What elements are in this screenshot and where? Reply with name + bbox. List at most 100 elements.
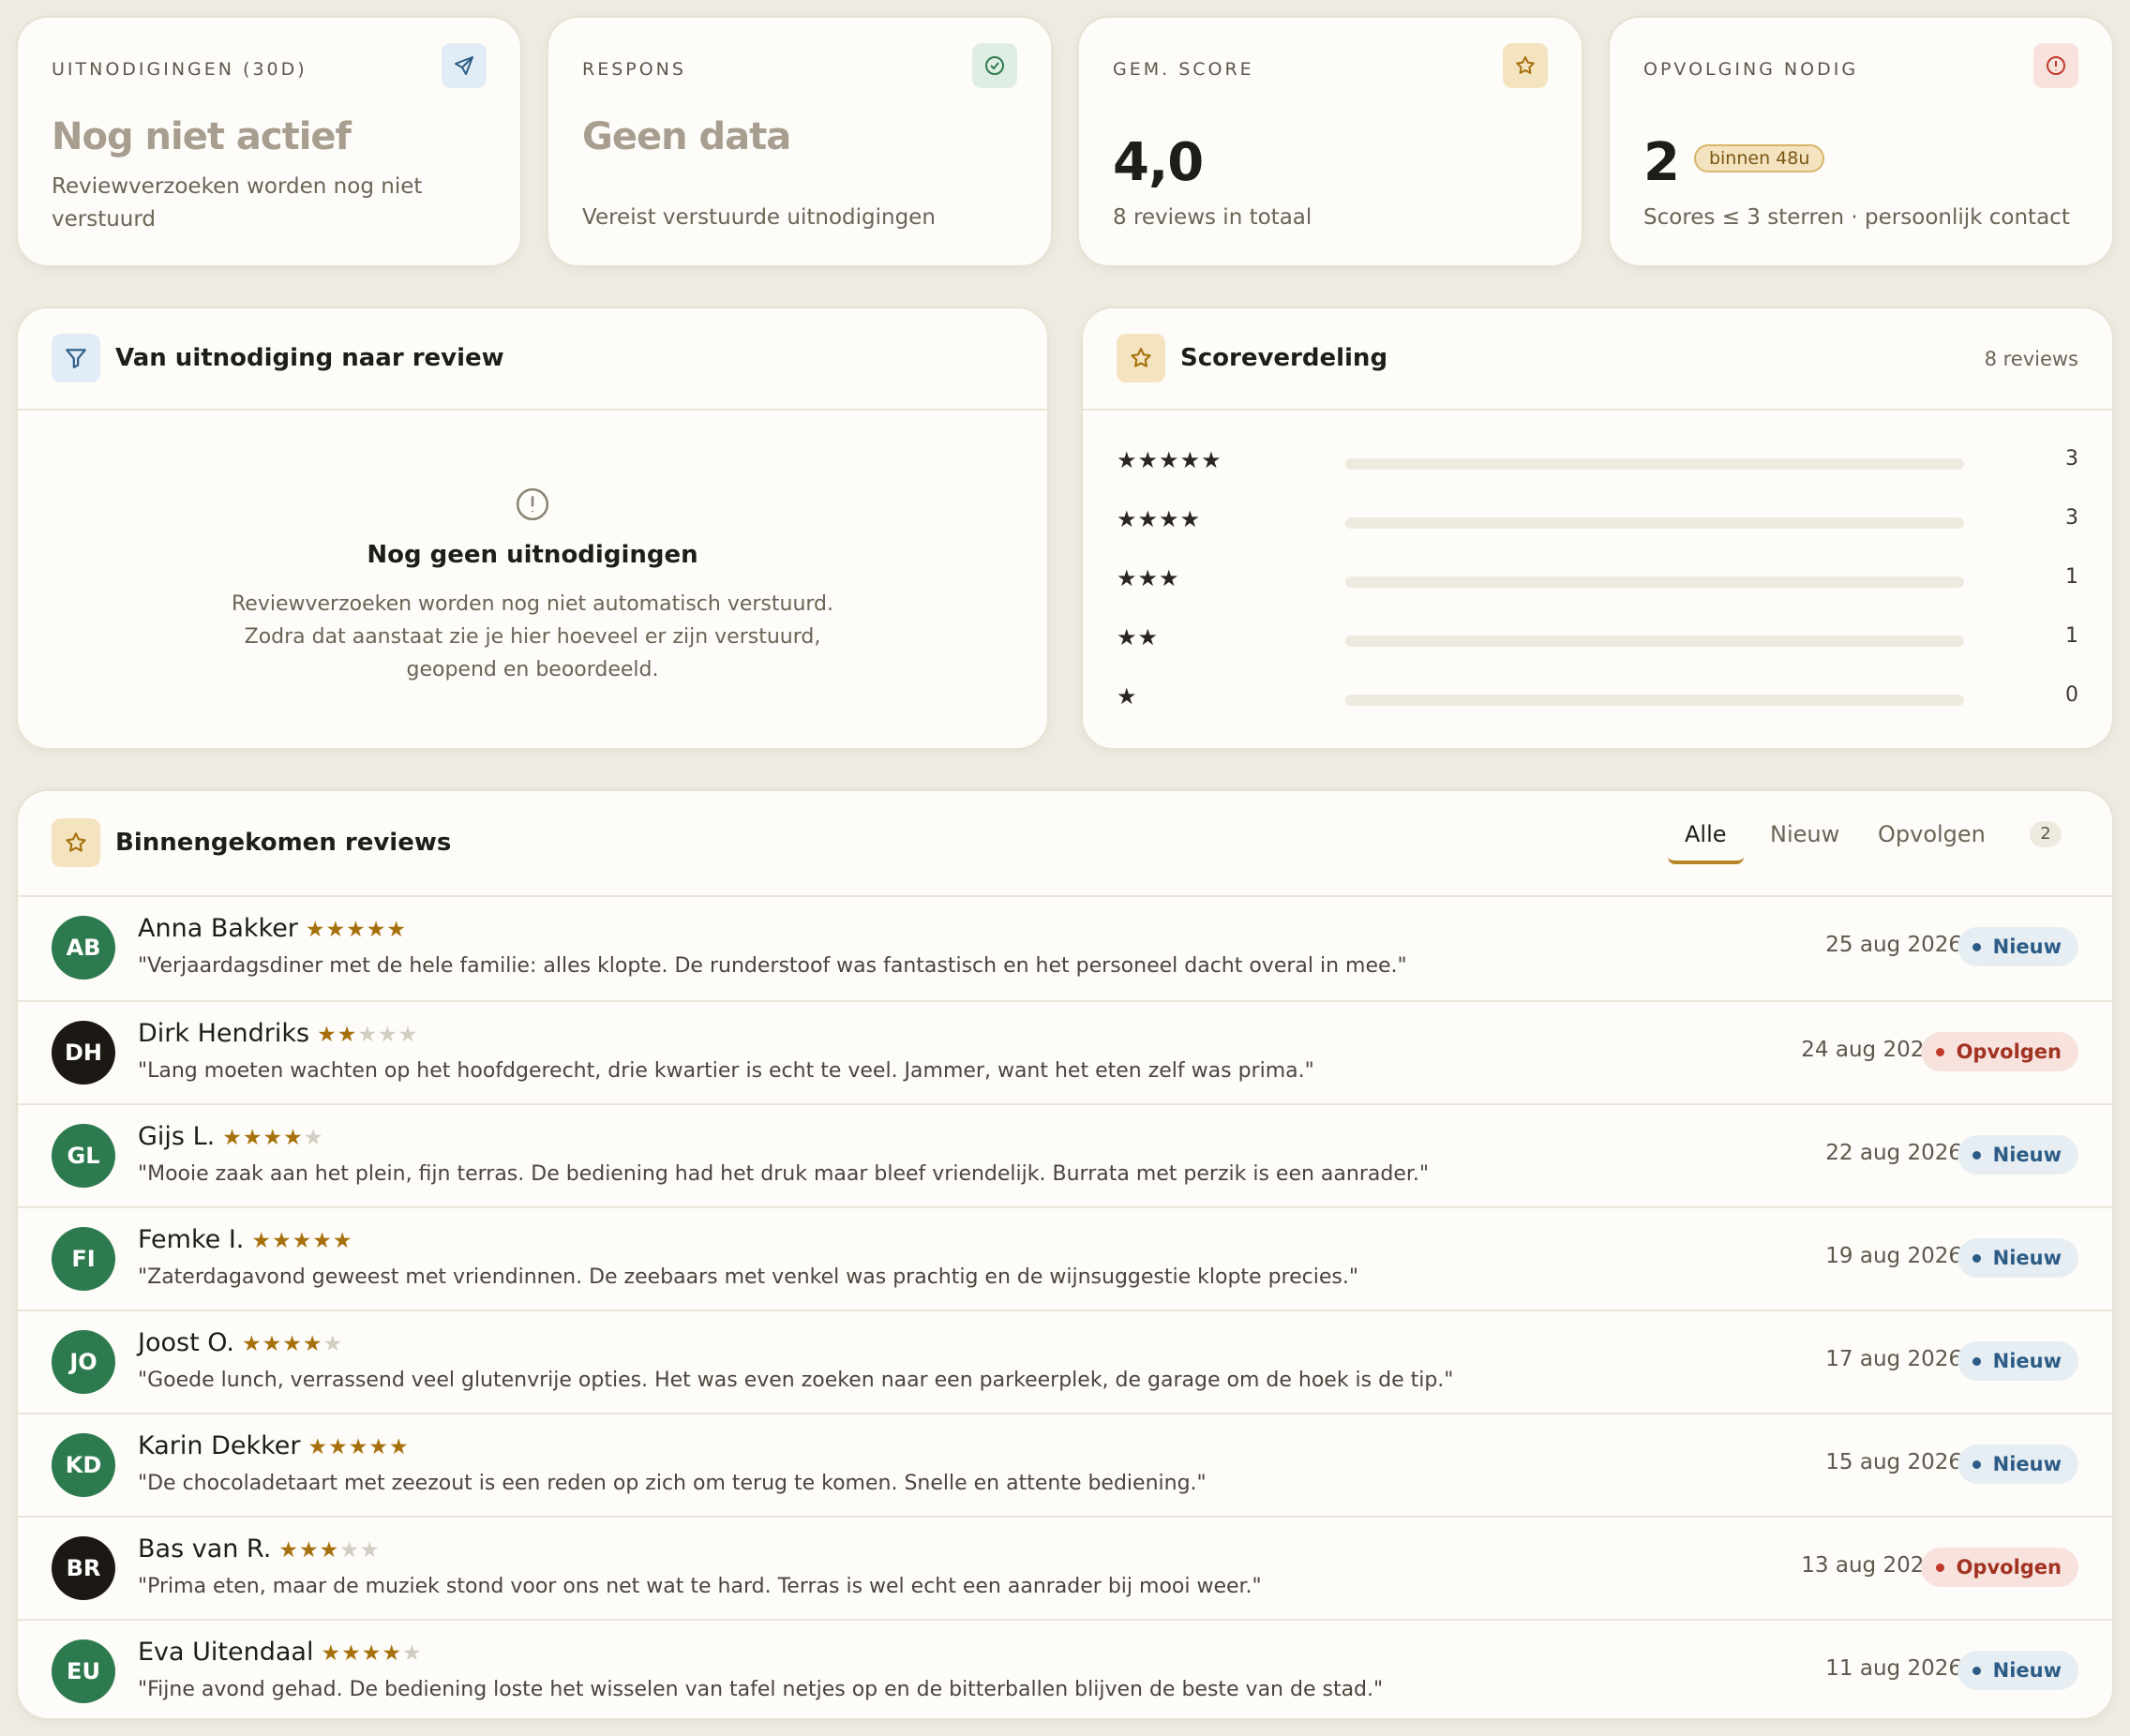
- review-text: "Fijne avond gehad. De bediening loste h…: [138, 1678, 1384, 1701]
- review-text: "Verjaardagsdiner met de hele familie: a…: [138, 954, 1407, 978]
- review-text: "Lang moeten wachten op het hoofdgerecht…: [138, 1059, 1314, 1083]
- review-row[interactable]: BR Bas van R. ★★★★★ "Prima eten, maar de mu…: [18, 1516, 2112, 1619]
- rating-stars: ★★★★★: [242, 1332, 343, 1356]
- panel-title: Van uitnodiging naar review: [115, 344, 504, 372]
- score-distribution-panel: Scoreverdeling 8 reviews ★★★★★ 3 ★★★★ 3 …: [1081, 307, 2114, 750]
- star-empty-icon: ★: [398, 1023, 419, 1047]
- star-filled-icon: ★: [317, 1023, 338, 1047]
- avatar: JO: [52, 1330, 115, 1394]
- tab-new[interactable]: Nieuw: [1770, 821, 1839, 861]
- star-icon: [1117, 334, 1165, 382]
- tab-follow-up[interactable]: Opvolgen: [1878, 821, 1986, 861]
- reviewer-name: Bas van R.: [138, 1534, 272, 1564]
- review-row[interactable]: FI Femke I. ★★★★★ "Zaterdagavond geweest me…: [18, 1206, 2112, 1309]
- status-badge[interactable]: Opvolgen: [1920, 1032, 2078, 1071]
- alert-circle-icon: [2033, 43, 2078, 88]
- star-filled-icon: ★: [292, 1229, 313, 1253]
- panel-title: Binnengekomen reviews: [115, 829, 452, 857]
- kpi-subtext: Vereist verstuurde uitnodigingen: [582, 205, 936, 230]
- kpi-subtext: Reviewverzoeken worden nog niet verstuur…: [52, 174, 423, 232]
- reviewer-name: Eva Uitendaal: [138, 1638, 314, 1667]
- review-date: 15 aug 2026: [1825, 1450, 1962, 1474]
- row-count: 1: [2065, 624, 2078, 648]
- funnel-panel: Van uitnodiging naar review Nog geen uit…: [16, 307, 1049, 750]
- review-row[interactable]: EU Eva Uitendaal ★★★★★ "Fijne avond gehad. …: [18, 1619, 2112, 1718]
- kpi-subtext: 8 reviews in totaal: [1113, 205, 1312, 230]
- tab-all[interactable]: Alle: [1668, 821, 1744, 864]
- kpi-label: OPVOLGING NODIG: [1643, 59, 1859, 80]
- star-empty-icon: ★: [401, 1641, 423, 1666]
- reviewer-name: Karin Dekker: [138, 1431, 301, 1460]
- empty-state: Nog geen uitnodigingen Reviewverzoeken w…: [18, 486, 1047, 686]
- review-text: "De chocoladetaart met zeezout is een re…: [138, 1472, 1207, 1495]
- star-filled-icon: ★: [282, 1332, 303, 1356]
- star-empty-icon: ★: [357, 1023, 378, 1047]
- review-row[interactable]: GL Gijs L. ★★★★★ "Mooie zaak aan het plein,…: [18, 1103, 2112, 1206]
- review-date: 24 aug 2026: [1801, 1038, 1938, 1062]
- review-text: "Zaterdagavond geweest met vriendinnen. …: [138, 1265, 1358, 1289]
- star-filled-icon: ★: [272, 1229, 292, 1253]
- status-badge[interactable]: Nieuw: [1957, 1341, 2078, 1381]
- status-badge[interactable]: Opvolgen: [1920, 1548, 2078, 1587]
- star-filled-icon: ★: [305, 918, 326, 942]
- distribution-row: ★★★★★ 3: [1117, 447, 2078, 475]
- review-list: AB Anna Bakker ★★★★★ "Verjaardagsdiner met …: [18, 897, 2112, 1718]
- reviewer-name-line: Bas van R. ★★★★★: [138, 1534, 380, 1564]
- rating-stars: ★★★★★: [251, 1229, 352, 1253]
- star-filled-icon: ★: [242, 1126, 263, 1150]
- review-row[interactable]: DH Dirk Hendriks ★★★★★ "Lang moeten wachten…: [18, 1000, 2112, 1103]
- row-count: 3: [2065, 447, 2078, 471]
- star-icon: [52, 818, 100, 867]
- reviewer-name: Anna Bakker: [138, 914, 298, 943]
- review-total: 8 reviews: [1984, 348, 2078, 370]
- distribution-row: ★ 0: [1117, 683, 2078, 711]
- star-filled-icon: ★: [262, 1126, 284, 1150]
- star-filled-icon: ★: [382, 1641, 402, 1666]
- star-filled-icon: ★: [308, 1435, 329, 1459]
- review-date: 19 aug 2026: [1825, 1244, 1962, 1268]
- funnel-icon: [52, 334, 100, 382]
- star-filled-icon: ★: [222, 1126, 243, 1150]
- star-filled-icon: ★: [368, 1435, 389, 1459]
- star-filled-icon: ★: [262, 1332, 283, 1356]
- review-row[interactable]: KD Karin Dekker ★★★★★ "De chocoladetaart me…: [18, 1413, 2112, 1516]
- rating-stars: ★★★★★: [308, 1435, 410, 1459]
- status-badge[interactable]: Nieuw: [1957, 1444, 2078, 1484]
- distribution-bar: [1345, 576, 1964, 588]
- status-badge[interactable]: Nieuw: [1957, 1238, 2078, 1278]
- distribution-row: ★★★ 1: [1117, 565, 2078, 593]
- empty-state-text: Reviewverzoeken worden nog niet automati…: [231, 592, 834, 681]
- star-filled-icon: ★: [302, 1332, 323, 1356]
- status-badge[interactable]: Nieuw: [1957, 1135, 2078, 1175]
- reviewer-name: Femke I.: [138, 1225, 245, 1254]
- star-empty-icon: ★: [339, 1538, 360, 1563]
- row-stars: ★★★: [1117, 565, 1180, 591]
- reviewer-name-line: Femke I. ★★★★★: [138, 1225, 353, 1254]
- status-badge[interactable]: Nieuw: [1957, 927, 2078, 966]
- review-row[interactable]: AB Anna Bakker ★★★★★ "Verjaardagsdiner met …: [18, 897, 2112, 1000]
- check-circle-icon: [972, 43, 1017, 88]
- distribution-bar: [1345, 636, 1964, 647]
- star-filled-icon: ★: [346, 918, 367, 942]
- star-empty-icon: ★: [322, 1332, 344, 1356]
- avatar: DH: [52, 1021, 115, 1085]
- rating-stars: ★★★★★: [321, 1641, 422, 1666]
- distribution-bar: [1345, 458, 1964, 470]
- status-badge[interactable]: Nieuw: [1957, 1651, 2078, 1690]
- star-filled-icon: ★: [361, 1641, 382, 1666]
- star-filled-icon: ★: [389, 1435, 410, 1459]
- star-filled-icon: ★: [328, 1435, 349, 1459]
- kpi-card-response: RESPONS Geen data Vereist verstuurde uit…: [547, 16, 1053, 267]
- row-stars: ★: [1117, 683, 1138, 710]
- star-empty-icon: ★: [303, 1126, 324, 1150]
- review-row[interactable]: JO Joost O. ★★★★★ "Goede lunch, verrassend …: [18, 1309, 2112, 1413]
- star-filled-icon: ★: [251, 1229, 273, 1253]
- avatar: AB: [52, 916, 115, 980]
- star-filled-icon: ★: [348, 1435, 369, 1459]
- review-date: 22 aug 2026: [1825, 1141, 1962, 1165]
- reviewer-name-line: Karin Dekker ★★★★★: [138, 1431, 410, 1460]
- star-filled-icon: ★: [278, 1538, 299, 1563]
- star-filled-icon: ★: [298, 1538, 320, 1563]
- star-filled-icon: ★: [332, 1229, 353, 1253]
- row-stars: ★★★★: [1117, 506, 1202, 532]
